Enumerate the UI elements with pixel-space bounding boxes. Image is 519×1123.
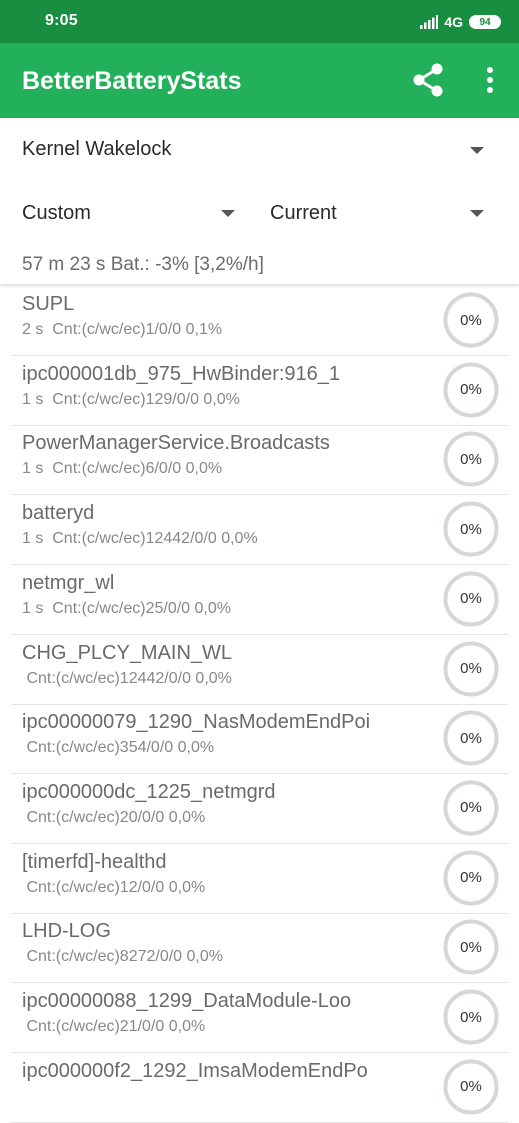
app-title: BetterBatteryStats: [22, 67, 242, 95]
percent-label: 0%: [460, 938, 482, 956]
list-item[interactable]: batteryd 1 s Cnt:(c/wc/ec)12442/0/0 0,0% 0…: [11, 496, 508, 566]
wakelock-detail: Cnt:(c/wc/ec)12442/0/0 0,0%: [22, 669, 232, 687]
status-bar: 9:05 4G 94: [0, 0, 519, 43]
wakelock-name: ipc000000f2_1292_ImsaModemEndPo: [22, 1059, 368, 1082]
list-item[interactable]: PowerManagerService.Broadcasts 1 s Cnt:(c…: [11, 426, 508, 496]
wakelock-name: CHG_PLCY_MAIN_WL: [22, 641, 233, 664]
percent-label: 0%: [460, 311, 482, 329]
wakelock-name: PowerManagerService.Broadcasts: [22, 432, 330, 455]
share-icon[interactable]: [410, 62, 446, 98]
percent-label: 0%: [460, 381, 482, 399]
chevron-down-icon: [470, 147, 484, 154]
filter-panel: Kernel Wakelock Custom Current 57 m 23 s…: [0, 118, 519, 284]
wakelock-detail: 1 s Cnt:(c/wc/ec)6/0/0 0,0%: [22, 460, 223, 478]
wakelock-detail: Cnt:(c/wc/ec)21/0/0 0,0%: [22, 1018, 206, 1035]
wakelock-detail: Cnt:(c/wc/ec)354/0/0 0,0%: [22, 739, 215, 757]
summary-text: 57 m 23 s Bat.: -3% [3,2%/h]: [22, 254, 264, 275]
list-item[interactable]: CHG_PLCY_MAIN_WL Cnt:(c/wc/ec)12442/0/0 …: [11, 636, 508, 705]
wakelock-name: [timerfd]-healthd: [22, 850, 167, 873]
wakelock-detail: 1 s Cnt:(c/wc/ec)129/0/0 0,0%: [22, 390, 240, 408]
list-item[interactable]: [timerfd]-healthd Cnt:(c/wc/ec)12/0/0 0,…: [11, 845, 508, 914]
percent-label: 0%: [460, 729, 482, 747]
list-item[interactable]: ipc000000f2_1292_ImsaModemEndPo 0%: [11, 1054, 508, 1123]
list-item[interactable]: ipc000000dc_1225_netmgrd Cnt:(c/wc/ec)20…: [11, 775, 508, 844]
list-item[interactable]: ipc00000079_1290_NasModemEndPoi Cnt:(c/w…: [11, 705, 508, 775]
chevron-down-icon: [470, 210, 484, 217]
wakelock-detail: Cnt:(c/wc/ec)20/0/0 0,0%: [22, 808, 206, 826]
status-indicators: 4G 94: [420, 12, 501, 32]
wakelock-detail: 2 s Cnt:(c/wc/ec)1/0/0 0,1%: [22, 321, 223, 338]
list-item[interactable]: ipc000001db_975_HwBinder:916_1 1 s Cnt:(c…: [11, 357, 508, 426]
battery-icon: 94: [469, 15, 501, 29]
percent-label: 0%: [460, 869, 482, 887]
wakelock-name: ipc000001db_975_HwBinder:916_1: [22, 362, 341, 385]
percent-label: 0%: [460, 799, 482, 817]
to-reference-value: Current: [270, 202, 337, 224]
chevron-down-icon: [221, 210, 235, 217]
percent-label: 0%: [460, 590, 482, 608]
wakelock-name: batteryd: [22, 502, 95, 525]
wakelock-name: ipc000000dc_1225_netmgrd: [22, 780, 276, 803]
list-item[interactable]: SUPL 2 s Cnt:(c/wc/ec)1/0/0 0,1% 0%: [11, 287, 508, 356]
wakelock-detail: 1 s Cnt:(c/wc/ec)12442/0/0 0,0%: [22, 530, 258, 548]
percent-label: 0%: [460, 1008, 482, 1026]
battery-level: 94: [479, 16, 491, 28]
wakelock-name: netmgr_wl: [22, 571, 115, 594]
status-time: 9:05: [45, 12, 78, 29]
stat-type-value: Kernel Wakelock: [22, 138, 172, 160]
list-item[interactable]: netmgr_wl 1 s Cnt:(c/wc/ec)25/0/0 0,0% 0%: [11, 566, 508, 635]
wakelock-name: LHD-LOG: [22, 920, 111, 943]
network-type-label: 4G: [444, 14, 463, 30]
signal-icon: [420, 15, 439, 29]
wakelock-name: SUPL: [22, 293, 75, 315]
wakelock-name: ipc00000088_1299_DataModule-Loo: [22, 990, 352, 1012]
percent-label: 0%: [460, 520, 482, 538]
wakelock-detail: 1 s Cnt:(c/wc/ec)25/0/0 0,0%: [22, 599, 231, 617]
more-vertical-icon[interactable]: [478, 65, 502, 95]
wakelock-detail: Cnt:(c/wc/ec)12/0/0 0,0%: [22, 878, 206, 896]
percent-label: 0%: [460, 1078, 482, 1096]
list-item[interactable]: ipc00000088_1299_DataModule-Loo Cnt:(c/w…: [11, 984, 508, 1053]
percent-label: 0%: [460, 450, 482, 468]
wakelock-detail: Cnt:(c/wc/ec)8272/0/0 0,0%: [22, 948, 223, 966]
percent-label: 0%: [460, 660, 482, 677]
from-reference-value: Custom: [22, 202, 91, 224]
wakelock-name: ipc00000079_1290_NasModemEndPoi: [22, 711, 371, 734]
list-item[interactable]: LHD-LOG Cnt:(c/wc/ec)8272/0/0 0,0% 0%: [11, 914, 508, 984]
app-bar: BetterBatteryStats: [0, 43, 519, 118]
